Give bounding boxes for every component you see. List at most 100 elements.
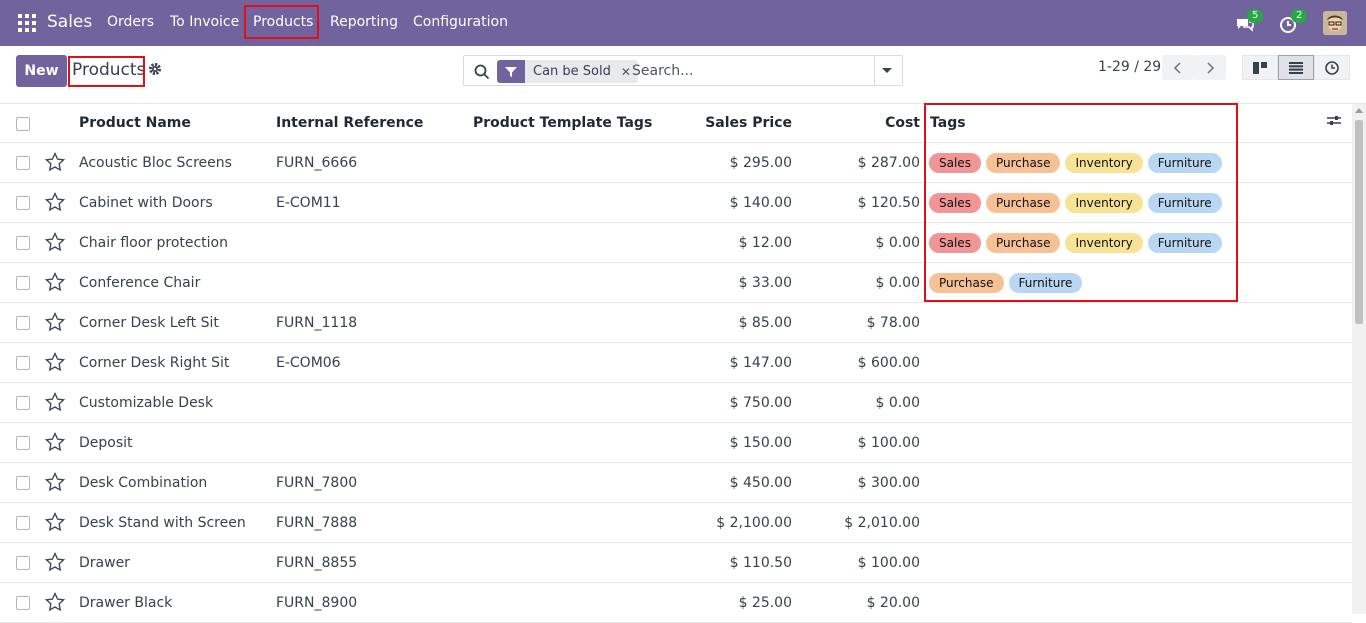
kanban-icon bbox=[1253, 61, 1267, 74]
new-button[interactable]: New bbox=[16, 55, 67, 87]
star-icon[interactable] bbox=[45, 512, 65, 532]
star-icon[interactable] bbox=[45, 392, 65, 412]
kanban-view-button[interactable] bbox=[1242, 55, 1278, 80]
column-header-template-tags[interactable]: Product Template Tags bbox=[473, 104, 652, 143]
sales-price-cell: $ 147.00 bbox=[729, 355, 792, 371]
internal-reference-cell: E-COM11 bbox=[276, 195, 341, 211]
cost-cell: $ 287.00 bbox=[857, 155, 920, 171]
activities-button[interactable]: 2 bbox=[1279, 9, 1308, 34]
row-checkbox[interactable] bbox=[16, 356, 30, 370]
star-icon[interactable] bbox=[45, 552, 65, 572]
messages-count-badge: 5 bbox=[1247, 9, 1264, 23]
star-icon[interactable] bbox=[45, 312, 65, 332]
sales-price-cell: $ 750.00 bbox=[729, 395, 792, 411]
filter-facet-value: Can be Sold bbox=[533, 64, 611, 79]
chevron-left-icon bbox=[1173, 61, 1181, 74]
row-checkbox[interactable] bbox=[16, 596, 30, 610]
page-title-highlight bbox=[68, 56, 145, 87]
star-icon[interactable] bbox=[45, 352, 65, 372]
star-icon[interactable] bbox=[45, 192, 65, 212]
filter-icon bbox=[497, 60, 525, 83]
pager-value[interactable]: 1-29 / 29 bbox=[1098, 59, 1161, 75]
scroll-up-icon[interactable] bbox=[1355, 108, 1363, 113]
star-icon[interactable] bbox=[45, 272, 65, 292]
column-header-cost[interactable]: Cost bbox=[808, 104, 920, 143]
activities-count-badge: 2 bbox=[1291, 9, 1308, 23]
row-checkbox[interactable] bbox=[16, 516, 30, 530]
product-name-cell: Customizable Desk bbox=[79, 395, 214, 411]
product-name-cell: Desk Stand with Screen bbox=[79, 515, 246, 531]
search-icon bbox=[474, 64, 490, 80]
star-icon[interactable] bbox=[45, 432, 65, 452]
table-row[interactable]: Corner Desk Right Sit E-COM06 $ 147.00 $ 60… bbox=[0, 343, 1352, 383]
cost-cell: $ 0.00 bbox=[875, 275, 920, 291]
row-checkbox[interactable] bbox=[16, 276, 30, 290]
menu-to-invoice[interactable]: To Invoice bbox=[170, 14, 239, 30]
row-checkbox[interactable] bbox=[16, 396, 30, 410]
search-input[interactable] bbox=[632, 61, 872, 81]
column-header-price[interactable]: Sales Price bbox=[680, 104, 792, 143]
cost-cell: $ 78.00 bbox=[866, 315, 920, 331]
cost-cell: $ 120.50 bbox=[857, 195, 920, 211]
row-checkbox[interactable] bbox=[16, 156, 30, 170]
menu-configuration[interactable]: Configuration bbox=[413, 14, 508, 30]
pager-next-button[interactable] bbox=[1194, 55, 1226, 80]
clock-icon bbox=[1325, 60, 1339, 75]
star-icon[interactable] bbox=[45, 232, 65, 252]
filter-facet: Can be Sold ✕ bbox=[497, 60, 638, 83]
row-checkbox[interactable] bbox=[16, 316, 30, 330]
row-checkbox[interactable] bbox=[16, 476, 30, 490]
column-header-name[interactable]: Product Name bbox=[79, 104, 191, 143]
row-checkbox[interactable] bbox=[16, 196, 30, 210]
app-name[interactable]: Sales bbox=[47, 12, 92, 32]
chevron-right-icon bbox=[1207, 61, 1215, 74]
internal-reference-cell: FURN_8855 bbox=[276, 555, 358, 571]
avatar[interactable] bbox=[1323, 11, 1347, 35]
product-name-cell: Conference Chair bbox=[79, 275, 201, 291]
star-icon[interactable] bbox=[45, 152, 65, 172]
table-row[interactable]: Desk Combination FURN_7800 $ 450.00 $ 300.0… bbox=[0, 463, 1352, 503]
star-icon[interactable] bbox=[45, 472, 65, 492]
messages-button[interactable]: 5 bbox=[1235, 9, 1264, 34]
table-row[interactable]: Corner Desk Left Sit FURN_1118 $ 85.00 $ 78… bbox=[0, 303, 1352, 343]
table-row[interactable]: Customizable Desk $ 750.00 $ 0.00 bbox=[0, 383, 1352, 423]
optional-columns-toggle-icon[interactable] bbox=[1326, 114, 1342, 130]
menu-reporting[interactable]: Reporting bbox=[330, 14, 398, 30]
table-row[interactable]: Desk Stand with Screen FURN_7888 $ 2,100.0… bbox=[0, 503, 1352, 543]
list-view-button[interactable] bbox=[1278, 55, 1314, 80]
menu-products-highlight bbox=[244, 5, 319, 39]
activity-view-button[interactable] bbox=[1314, 55, 1350, 80]
internal-reference-cell: FURN_6666 bbox=[276, 155, 358, 171]
select-all-checkbox[interactable] bbox=[16, 117, 30, 131]
vertical-scrollbar[interactable] bbox=[1352, 104, 1366, 614]
table-row[interactable]: Deposit $ 150.00 $ 100.00 bbox=[0, 423, 1352, 463]
sales-price-cell: $ 140.00 bbox=[729, 195, 792, 211]
row-checkbox[interactable] bbox=[16, 236, 30, 250]
gear-icon[interactable] bbox=[148, 62, 162, 76]
menu-orders[interactable]: Orders bbox=[107, 14, 154, 30]
apps-grid-icon[interactable] bbox=[18, 14, 36, 32]
search-bar[interactable]: Can be Sold ✕ bbox=[463, 55, 903, 86]
scrollbar-thumb[interactable] bbox=[1355, 120, 1363, 324]
product-name-cell: Corner Desk Right Sit bbox=[79, 355, 230, 371]
top-navbar: Sales Orders To Invoice Products Reporti… bbox=[0, 0, 1366, 46]
cost-cell: $ 300.00 bbox=[857, 475, 920, 491]
star-icon[interactable] bbox=[45, 592, 65, 612]
product-name-cell: Drawer bbox=[79, 555, 130, 571]
product-name-cell: Desk Combination bbox=[79, 475, 208, 491]
tags-column-highlight bbox=[924, 103, 1238, 302]
internal-reference-cell: FURN_7888 bbox=[276, 515, 358, 531]
column-header-ref[interactable]: Internal Reference bbox=[276, 104, 423, 143]
cost-cell: $ 0.00 bbox=[875, 395, 920, 411]
search-options-toggle-icon[interactable] bbox=[882, 68, 892, 73]
sales-price-cell: $ 2,100.00 bbox=[716, 515, 792, 531]
cost-cell: $ 100.00 bbox=[857, 435, 920, 451]
product-name-cell: Cabinet with Doors bbox=[79, 195, 213, 211]
internal-reference-cell: FURN_1118 bbox=[276, 315, 358, 331]
row-checkbox[interactable] bbox=[16, 556, 30, 570]
row-checkbox[interactable] bbox=[16, 436, 30, 450]
avatar-image bbox=[1323, 11, 1347, 35]
table-row[interactable]: Drawer FURN_8855 $ 110.50 $ 100.00 bbox=[0, 543, 1352, 583]
pager-previous-button[interactable] bbox=[1162, 55, 1194, 80]
table-row[interactable]: Drawer Black FURN_8900 $ 25.00 $ 20.00 bbox=[0, 583, 1352, 623]
